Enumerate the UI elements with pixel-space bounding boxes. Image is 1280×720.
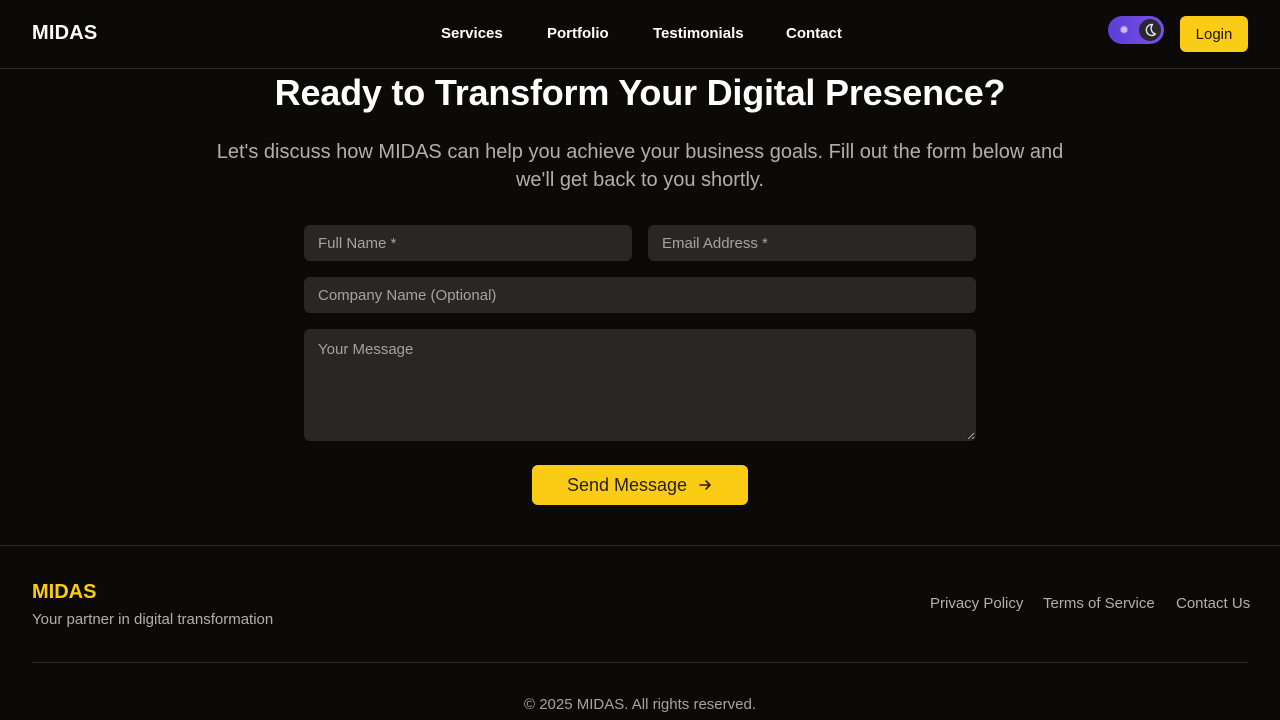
nav-link-portfolio[interactable]: Portfolio xyxy=(547,25,609,42)
login-button[interactable]: Login xyxy=(1180,16,1248,52)
footer-link-privacy[interactable]: Privacy Policy xyxy=(930,595,1023,612)
footer-brand: MIDAS xyxy=(32,581,97,603)
nav-link-services[interactable]: Services xyxy=(441,25,503,42)
footer-link-terms[interactable]: Terms of Service xyxy=(1043,595,1155,612)
footer-divider xyxy=(32,662,1248,663)
nav-link-testimonials[interactable]: Testimonials xyxy=(653,25,744,42)
company-input[interactable] xyxy=(304,277,976,313)
moon-icon xyxy=(1145,23,1157,37)
toggle-knob xyxy=(1139,19,1161,41)
nav-link-contact[interactable]: Contact xyxy=(786,25,842,42)
site-header: MIDAS Services Portfolio Testimonials Co… xyxy=(0,0,1280,69)
footer-top-divider xyxy=(0,545,1280,546)
footer-link-contact[interactable]: Contact Us xyxy=(1176,595,1250,612)
sun-icon: ✹ xyxy=(1118,23,1130,37)
send-message-button[interactable]: Send Message xyxy=(532,465,748,505)
page-subtitle: Let's discuss how MIDAS can help you ach… xyxy=(216,141,1064,191)
email-input[interactable] xyxy=(648,225,976,261)
full-name-input[interactable] xyxy=(304,225,632,261)
arrow-right-icon xyxy=(699,480,711,490)
copyright-text: © 2025 MIDAS. All rights reserved. xyxy=(524,696,756,713)
page-title: Ready to Transform Your Digital Presence… xyxy=(274,72,1006,113)
message-textarea[interactable] xyxy=(304,329,976,441)
send-message-label: Send Message xyxy=(566,474,688,495)
page: MIDAS Services Portfolio Testimonials Co… xyxy=(0,0,1280,720)
main-nav: Services Portfolio Testimonials Contact xyxy=(0,25,1280,45)
theme-toggle[interactable]: ✹ xyxy=(1108,16,1164,44)
footer-tagline: Your partner in digital transformation xyxy=(32,611,274,628)
